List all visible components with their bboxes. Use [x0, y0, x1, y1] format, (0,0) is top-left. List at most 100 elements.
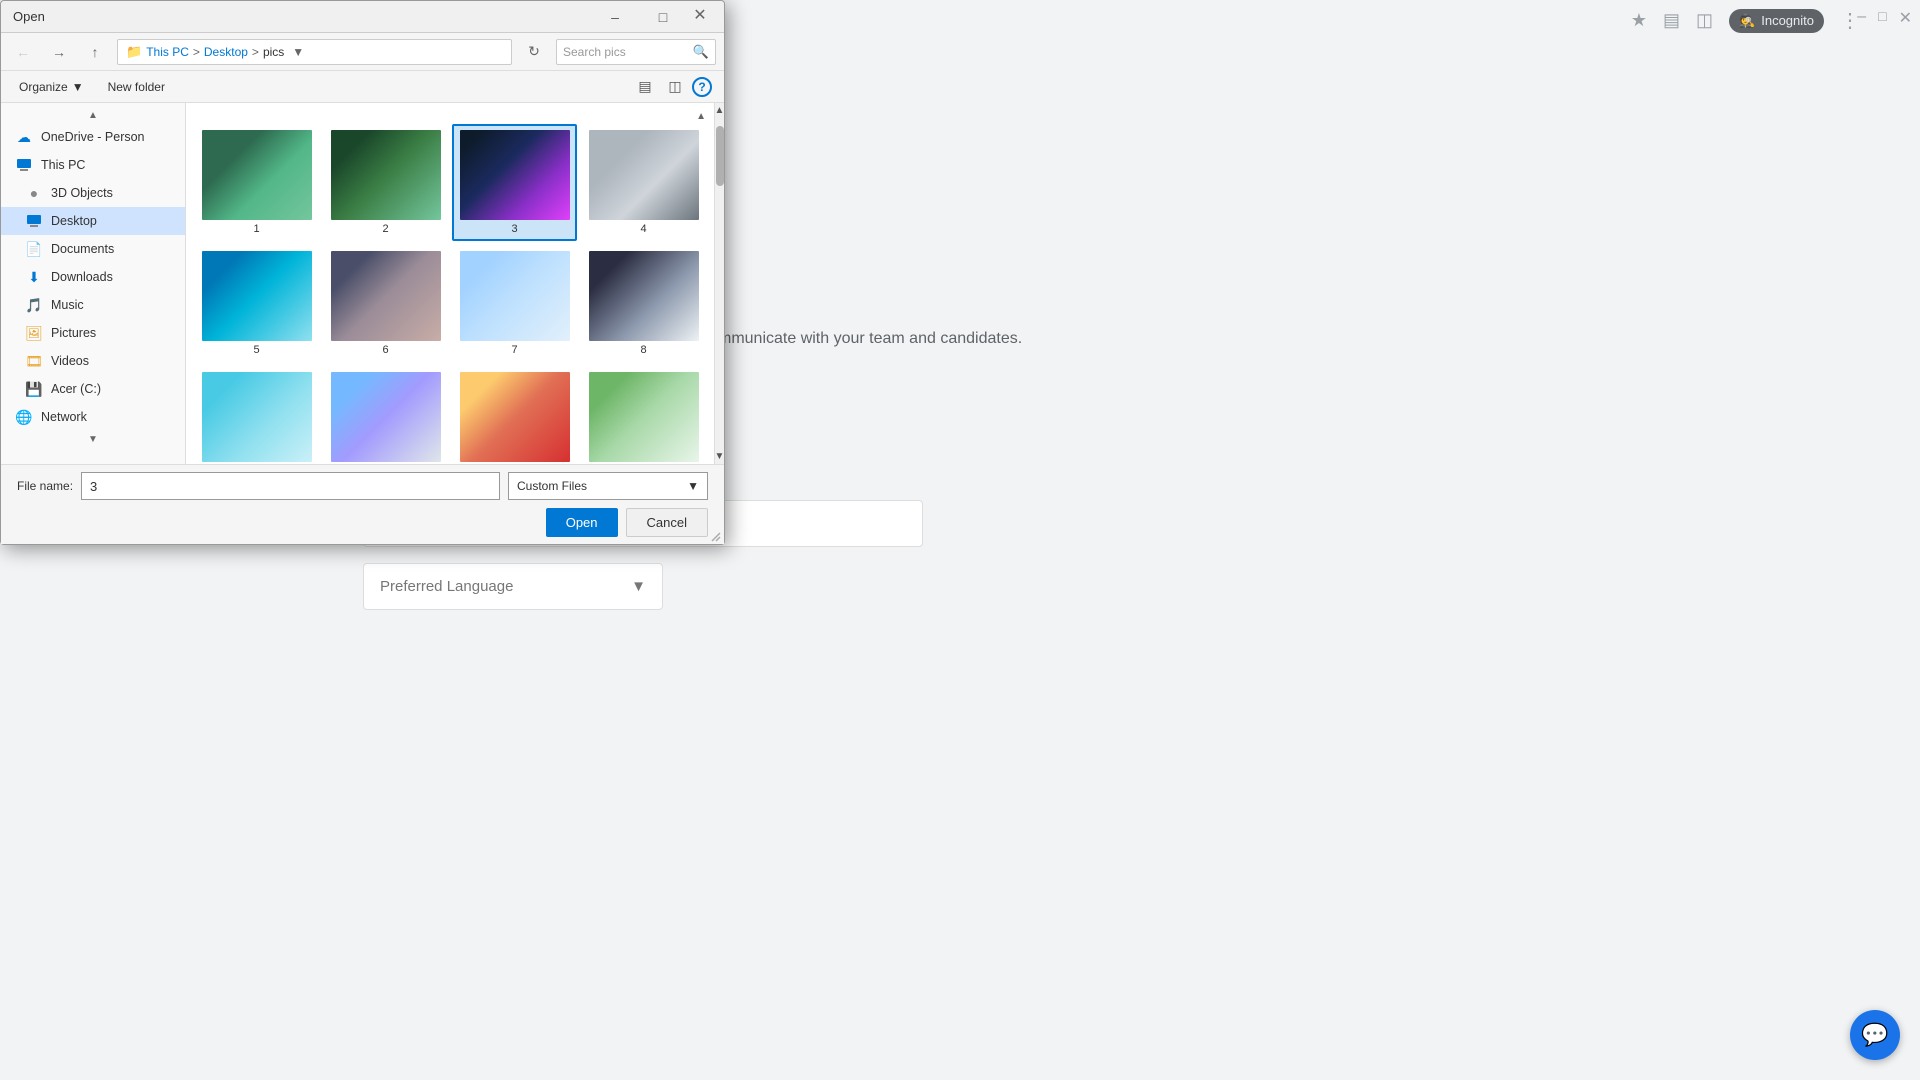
file-thumbnail-2	[331, 130, 441, 220]
file-item-10[interactable]: 10	[323, 366, 448, 464]
dialog-window-controls: – □ ✕	[592, 3, 712, 31]
browser-top-right: ★ ▤ ◫ 🕵 Incognito ⋮	[1631, 8, 1860, 33]
sidebar-item-label: Pictures	[51, 326, 96, 340]
file-item-11[interactable]: 11	[452, 366, 577, 464]
sidebar-item-onedrive[interactable]: ☁ OneDrive - Person	[1, 123, 185, 151]
network-icon: 🌐	[15, 408, 33, 426]
dialog-close-btn[interactable]: ✕	[688, 3, 712, 27]
music-icon: 🎵	[25, 296, 43, 314]
scroll-thumb[interactable]	[716, 126, 724, 186]
sidebar-icon[interactable]: ◫	[1696, 10, 1713, 31]
minimize-btn[interactable]: –	[1857, 8, 1866, 28]
footer-row-1: File name: Custom Files ▼	[17, 472, 708, 500]
sidebar-item-videos[interactable]: 🎞 Videos	[1, 347, 185, 375]
cancel-button[interactable]: Cancel	[626, 508, 708, 537]
file-type-chevron: ▼	[687, 479, 699, 493]
sidebar-item-label: Documents	[51, 242, 114, 256]
file-label-3: 3	[511, 223, 517, 235]
dialog-title: Open	[13, 9, 592, 24]
new-folder-btn[interactable]: New folder	[102, 76, 171, 98]
preferred-language-label: Preferred Language	[380, 578, 513, 595]
sidebar-item-downloads[interactable]: ⬇ Downloads	[1, 263, 185, 291]
scroll-down-arrow[interactable]: ▼	[713, 449, 724, 464]
sidebar-scroll-down[interactable]: ▼	[1, 431, 185, 447]
sidebar-item-thispc[interactable]: This PC	[1, 151, 185, 179]
dialog-titlebar: Open – □ ✕	[1, 1, 724, 33]
dialog-resize-handle[interactable]	[710, 530, 725, 545]
sidebar-item-3d[interactable]: ● 3D Objects	[1, 179, 185, 207]
view-details-btn[interactable]: ◫	[662, 75, 688, 99]
extension-icon[interactable]: ▤	[1663, 10, 1680, 31]
sidebar-item-label: Videos	[51, 354, 89, 368]
file-item-6[interactable]: 6	[323, 245, 448, 362]
dialog-nav-toolbar: Organize ▼ New folder ▤ ◫ ?	[1, 71, 724, 103]
chat-bubble-button[interactable]: 💬	[1850, 1010, 1900, 1060]
sidebar-scroll-up[interactable]: ▲	[1, 107, 185, 123]
file-name-input[interactable]	[81, 472, 500, 500]
organize-btn[interactable]: Organize ▼	[13, 76, 90, 98]
sidebar-item-label: OneDrive - Person	[41, 130, 145, 144]
sidebar-item-documents[interactable]: 📄 Documents	[1, 235, 185, 263]
dialog-sidebar: ▲ ☁ OneDrive - Person This PC ● 3D Objec…	[1, 103, 186, 464]
chat-icon: 💬	[1861, 1022, 1888, 1048]
file-item-7[interactable]: 7	[452, 245, 577, 362]
bookmark-icon[interactable]: ★	[1631, 10, 1647, 31]
footer-buttons-row: Open Cancel	[17, 508, 708, 537]
file-thumbnail-7	[460, 251, 570, 341]
file-thumbnail-6	[331, 251, 441, 341]
help-btn[interactable]: ?	[692, 77, 712, 97]
desktop-icon	[25, 212, 43, 230]
organize-label: Organize	[19, 80, 68, 94]
file-label-4: 4	[640, 223, 646, 235]
dialog-maximize-btn[interactable]: □	[640, 3, 686, 31]
incognito-badge: 🕵 Incognito	[1729, 9, 1824, 33]
file-thumbnail-3	[460, 130, 570, 220]
scroll-up-arrow[interactable]: ▲	[713, 103, 724, 118]
file-item-9[interactable]: 9	[194, 366, 319, 464]
file-thumbnail-12	[589, 372, 699, 462]
file-item-1[interactable]: 1	[194, 124, 319, 241]
3d-icon: ●	[25, 184, 43, 202]
search-bar: Search pics 🔍	[556, 39, 716, 65]
file-item-5[interactable]: 5	[194, 245, 319, 362]
breadcrumb-desktop[interactable]: Desktop	[204, 45, 248, 59]
breadcrumb-dropdown-btn[interactable]: ▼	[290, 45, 306, 59]
sidebar-item-desktop[interactable]: Desktop	[1, 207, 185, 235]
dialog-up-btn[interactable]: ↑	[81, 40, 109, 64]
file-item-3[interactable]: 3	[452, 124, 577, 241]
window-controls: – □ ✕	[1857, 8, 1912, 28]
breadcrumb: 📁 This PC > Desktop > pics ▼	[117, 39, 512, 65]
file-label-8: 8	[640, 344, 646, 356]
communicate-text: mmunicate with your team and candidates.	[718, 330, 1022, 348]
files-scroll-up[interactable]: ▲	[696, 111, 706, 122]
file-item-8[interactable]: 8	[581, 245, 706, 362]
file-label-6: 6	[382, 344, 388, 356]
dialog-forward-btn[interactable]: →	[45, 40, 73, 64]
file-thumbnail-5	[202, 251, 312, 341]
file-thumbnail-9	[202, 372, 312, 462]
dialog-body: ▲ ☁ OneDrive - Person This PC ● 3D Objec…	[1, 103, 724, 464]
file-type-label: Custom Files	[517, 479, 587, 493]
sidebar-item-label: Acer (C:)	[51, 382, 101, 396]
preferred-language-dropdown[interactable]: Preferred Language ▼	[363, 563, 663, 610]
breadcrumb-this-pc[interactable]: This PC	[146, 45, 189, 59]
file-item-2[interactable]: 2	[323, 124, 448, 241]
dialog-minimize-btn[interactable]: –	[592, 3, 638, 31]
view-thumbnail-btn[interactable]: ▤	[632, 75, 658, 99]
file-thumbnail-4	[589, 130, 699, 220]
close-btn[interactable]: ✕	[1899, 8, 1912, 28]
files-grid-area: ▲ 1 2	[186, 103, 714, 464]
sidebar-item-acer[interactable]: 💾 Acer (C:)	[1, 375, 185, 403]
maximize-btn[interactable]: □	[1878, 8, 1886, 28]
refresh-btn[interactable]: ↻	[520, 40, 548, 64]
search-icon[interactable]: 🔍	[693, 44, 709, 60]
sidebar-item-music[interactable]: 🎵 Music	[1, 291, 185, 319]
file-type-dropdown[interactable]: Custom Files ▼	[508, 472, 708, 500]
incognito-icon: 🕵	[1739, 13, 1755, 29]
sidebar-item-pictures[interactable]: 🖼 Pictures	[1, 319, 185, 347]
file-item-12[interactable]: 12	[581, 366, 706, 464]
file-item-4[interactable]: 4	[581, 124, 706, 241]
file-name-label: File name:	[17, 479, 73, 493]
sidebar-item-network[interactable]: 🌐 Network	[1, 403, 185, 431]
open-button[interactable]: Open	[546, 508, 618, 537]
